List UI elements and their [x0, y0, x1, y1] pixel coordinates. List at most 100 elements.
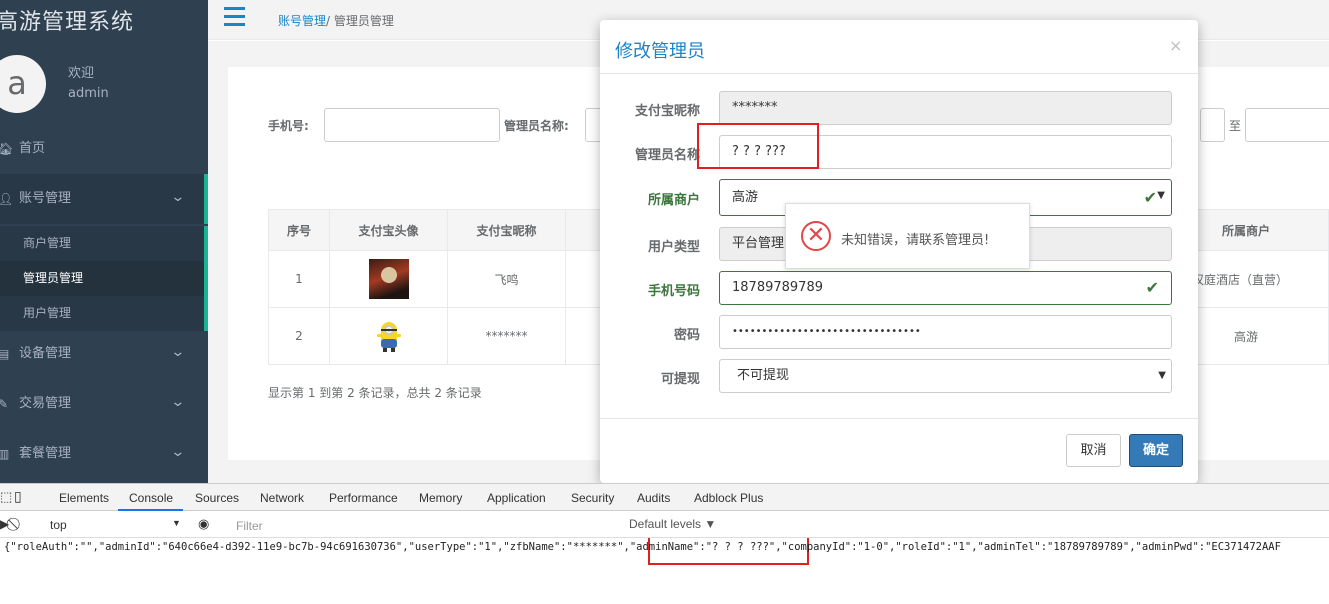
withdrawable-label: 可提现 — [660, 372, 700, 387]
phone-filter-label: 手机号: — [268, 119, 309, 133]
password-label: 密码 — [673, 328, 700, 343]
app-title: 高游管理系统 — [0, 10, 135, 35]
highlight-admin-name-field — [697, 123, 819, 169]
chevron-down-icon: ⌄ — [170, 444, 186, 460]
devtools-tab-bar: ⬚ ▯ Elements Console Sources Network Per… — [0, 483, 1329, 511]
pagination-info: 显示第 1 到第 2 条记录，总共 2 条记录 — [268, 386, 482, 400]
chevron-down-icon: ⌄ — [170, 394, 186, 410]
withdrawable-select-value: 不可提现 — [737, 368, 790, 383]
merchant-select-value: 高游 — [732, 190, 759, 205]
tab-elements[interactable]: Elements — [59, 491, 109, 505]
sidebar-toggle-icon[interactable]: ▶ — [0, 517, 9, 531]
context-dropdown-icon[interactable]: ▼ — [172, 518, 181, 528]
dropdown-arrow-icon: ▼ — [1158, 370, 1166, 381]
tab-console[interactable]: Console — [129, 491, 173, 505]
password-field[interactable]: •••••••••••••••••••••••••••••••• — [719, 315, 1172, 349]
row-avatar — [329, 307, 448, 365]
sidebar-item-account[interactable]: 👤︎ 账号管理 ⌄ — [0, 174, 208, 224]
console-toolbar: ▶ ⃠ top ▼ ◉ Filter Default levels ▼ — [0, 512, 1329, 538]
breadcrumb-current: 管理员管理 — [333, 14, 394, 28]
console-output-line[interactable]: {"roleAuth":"","adminId":"640c66e4-d392-… — [4, 541, 1281, 553]
sidebar-item-devices[interactable]: ▤ 设备管理 ⌄ — [0, 329, 208, 379]
error-x-icon: ✕ — [801, 221, 831, 251]
row-nickname: ******* — [447, 307, 566, 365]
sidebar-item-trades[interactable]: ✎ 交易管理 ⌄ — [0, 379, 208, 429]
breadcrumb-separator: / — [326, 14, 331, 28]
table-row[interactable]: 2 ******* — [268, 307, 601, 365]
sidebar-item-label: 交易管理 — [19, 396, 72, 411]
tab-memory[interactable]: Memory — [419, 491, 462, 505]
col-avatar-header[interactable]: 支付宝头像 — [329, 209, 448, 251]
phone-label: 手机号码 — [647, 284, 700, 299]
user-type-label: 用户类型 — [647, 240, 700, 255]
breadcrumb-parent[interactable]: 账号管理 — [278, 14, 326, 28]
col-nickname-header[interactable]: 支付宝昵称 — [447, 209, 566, 251]
date-start-input[interactable] — [1200, 108, 1225, 142]
checkmark-icon: ✔ — [1143, 188, 1157, 207]
log-levels-select[interactable]: Default levels ▼ — [629, 517, 716, 531]
eye-icon[interactable]: ◉ — [198, 516, 209, 532]
tab-security[interactable]: Security — [571, 491, 614, 505]
sidebar-item-label: 套餐管理 — [19, 446, 72, 461]
checkmark-icon: ✔ — [1145, 278, 1159, 297]
dropdown-arrow-icon: ▼ — [1157, 190, 1165, 201]
col-hidden-header — [565, 209, 601, 251]
row-avatar — [329, 250, 448, 308]
user-icon: 👤︎ — [0, 192, 14, 206]
chevron-down-icon: ⌄ — [170, 344, 186, 360]
tab-network[interactable]: Network — [260, 491, 304, 505]
context-select[interactable]: top — [50, 518, 67, 532]
avatar[interactable]: a — [0, 55, 46, 113]
alipay-nickname-field[interactable]: ******* — [719, 91, 1172, 125]
col-index-header[interactable]: 序号 — [268, 209, 330, 251]
cancel-button[interactable]: 取消 — [1066, 434, 1121, 467]
sidebar-item-home[interactable]: 🏠︎ 首页 — [0, 124, 208, 174]
merchant-label: 所属商户 — [647, 193, 700, 208]
modal-header: 修改管理员 × — [600, 20, 1198, 74]
sidebar-item-label: 首页 — [19, 141, 46, 156]
package-icon: ▥ — [0, 447, 10, 461]
username[interactable]: admin — [68, 86, 109, 101]
tab-adblock-plus[interactable]: Adblock Plus — [694, 491, 763, 505]
phone-filter-input[interactable] — [324, 108, 500, 142]
withdrawable-select[interactable]: 不可提现 ▼ — [719, 359, 1172, 393]
table-header-row: 序号 支付宝头像 支付宝昵称 — [268, 209, 601, 251]
close-icon[interactable]: × — [1169, 36, 1182, 55]
sidebar-item-label: 账号管理 — [19, 191, 72, 206]
row-nickname: 飞鸣 — [447, 250, 566, 308]
tab-audits[interactable]: Audits — [637, 491, 670, 505]
sidebar-item-users[interactable]: 用户管理 — [0, 296, 204, 331]
trade-icon: ✎ — [0, 397, 9, 411]
table-row[interactable]: 1 飞鸣 — [268, 250, 601, 308]
minion-avatar-image — [376, 322, 401, 352]
tab-application[interactable]: Application — [487, 491, 546, 505]
account-subnav: 商户管理 管理员管理 用户管理 — [0, 226, 208, 331]
alipay-nickname-label: 支付宝昵称 — [634, 104, 700, 119]
phone-field[interactable]: 18789789789 ✔ — [719, 271, 1172, 305]
tab-performance[interactable]: Performance — [329, 491, 398, 505]
active-tab-indicator — [118, 509, 183, 511]
row-index: 1 — [268, 250, 330, 308]
confirm-button[interactable]: 确定 — [1129, 434, 1183, 467]
modal-title: 修改管理员 — [615, 41, 705, 62]
inspect-icon[interactable]: ⬚ — [0, 489, 12, 505]
date-end-input[interactable] — [1245, 108, 1329, 142]
console-filter-input[interactable]: Filter — [236, 519, 263, 533]
sidebar-item-merchants[interactable]: 商户管理 — [0, 226, 204, 261]
sidebar-item-label: 设备管理 — [19, 346, 72, 361]
home-icon: 🏠︎ — [0, 142, 14, 156]
name-filter-label: 管理员名称: — [504, 119, 569, 133]
sidebar-item-admins[interactable]: 管理员管理 — [0, 261, 204, 296]
device-toggle-icon[interactable]: ▯ — [14, 488, 22, 505]
device-icon: ▤ — [0, 347, 10, 361]
admin-table: 序号 支付宝头像 支付宝昵称 1 飞鸣 2 ******* — [268, 209, 601, 365]
modal-footer-divider — [600, 418, 1198, 419]
user-avatar-image — [368, 259, 409, 299]
breadcrumb: 账号管理/ 管理员管理 — [278, 12, 394, 29]
error-tooltip: ✕ 未知错误，请联系管理员! — [785, 203, 1030, 269]
chevron-down-icon: ⌄ — [170, 189, 186, 205]
admin-name-label: 管理员名称 — [634, 148, 700, 163]
menu-toggle-icon[interactable] — [224, 7, 245, 27]
sidebar-item-packages[interactable]: ▥ 套餐管理 ⌄ — [0, 429, 208, 479]
tab-sources[interactable]: Sources — [195, 491, 239, 505]
